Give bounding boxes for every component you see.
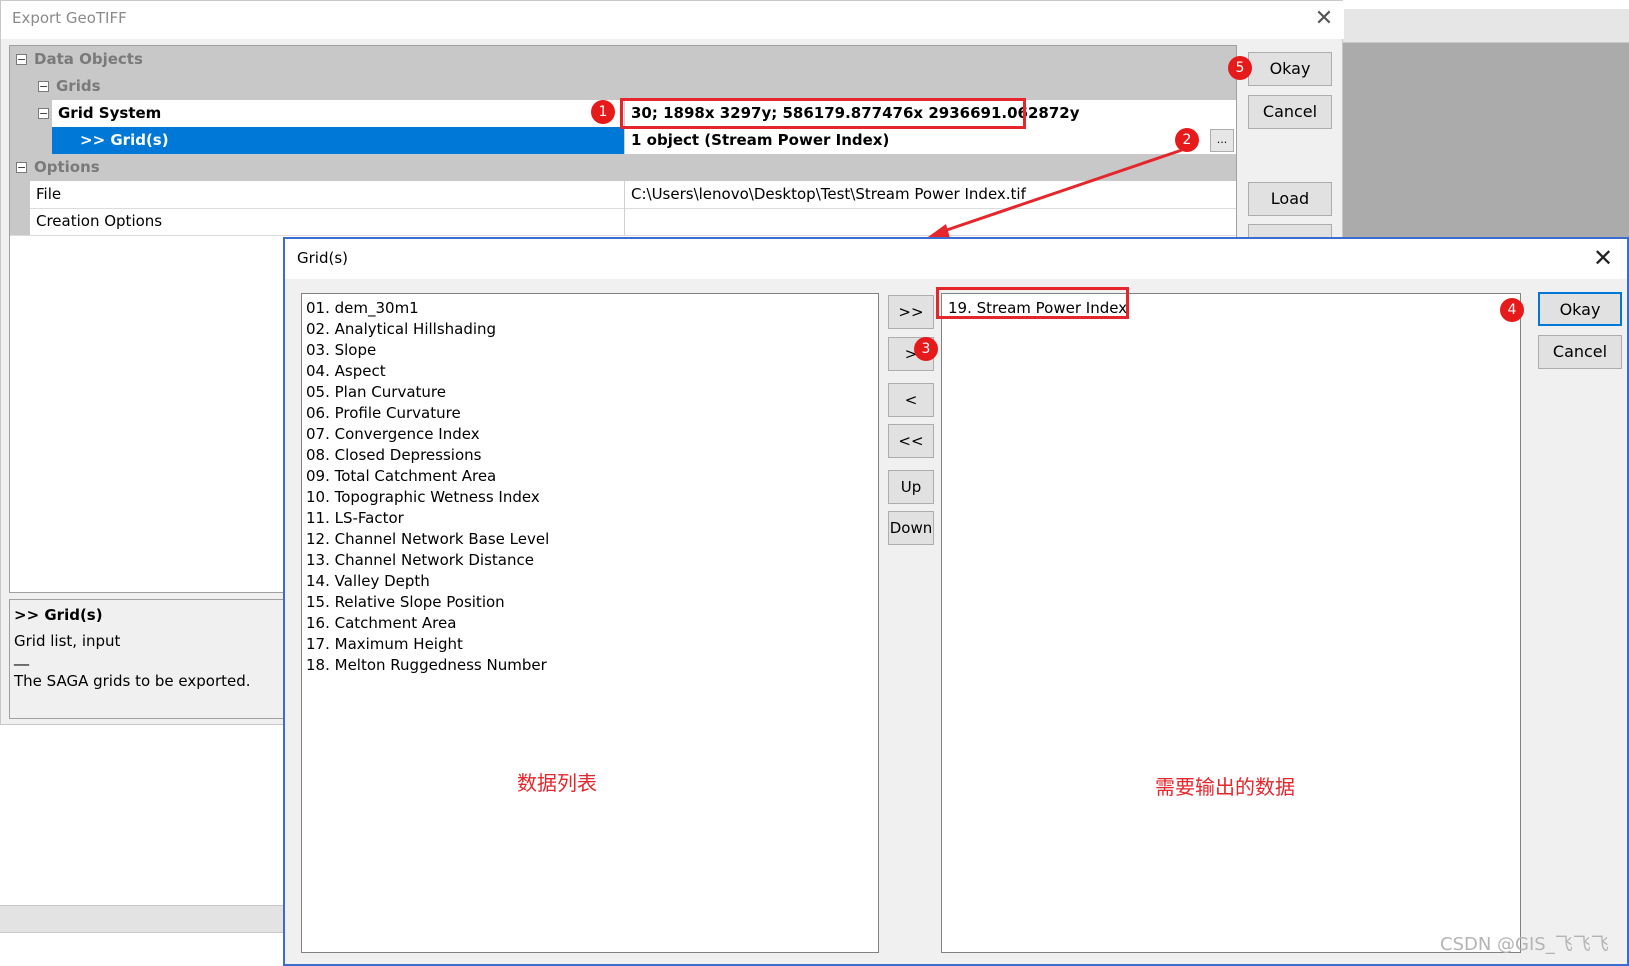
list-item[interactable]: 01. dem_30m1: [302, 298, 878, 319]
okay-button[interactable]: Okay: [1538, 292, 1622, 326]
title-bar: Grid(s) ✕: [285, 239, 1627, 279]
annotation-data-list: 数据列表: [517, 771, 597, 795]
dialog-title: Grid(s): [297, 249, 348, 267]
status-bar: [0, 905, 283, 933]
selected-grids-list[interactable]: 19. Stream Power Index: [941, 293, 1521, 953]
list-item[interactable]: 07. Convergence Index: [302, 424, 878, 445]
list-item[interactable]: 06. Profile Curvature: [302, 403, 878, 424]
list-item[interactable]: 16. Catchment Area: [302, 613, 878, 634]
list-item[interactable]: 18. Melton Ruggedness Number: [302, 655, 878, 676]
list-item[interactable]: 11. LS-Factor: [302, 508, 878, 529]
step-badge-4: 4: [1500, 298, 1524, 322]
list-item[interactable]: 17. Maximum Height: [302, 634, 878, 655]
grid-selection-dialog: Grid(s) ✕ 01. dem_30m1 02. Analytical Hil…: [283, 237, 1629, 966]
annotation-output-data: 需要输出的数据: [1155, 775, 1295, 799]
remove-button[interactable]: <: [888, 383, 934, 417]
list-item[interactable]: 13. Channel Network Distance: [302, 550, 878, 571]
list-item[interactable]: 15. Relative Slope Position: [302, 592, 878, 613]
list-item[interactable]: 02. Analytical Hillshading: [302, 319, 878, 340]
list-item[interactable]: 10. Topographic Wetness Index: [302, 487, 878, 508]
list-item[interactable]: 14. Valley Depth: [302, 571, 878, 592]
cancel-button[interactable]: Cancel: [1538, 335, 1622, 369]
list-item[interactable]: 05. Plan Curvature: [302, 382, 878, 403]
watermark: CSDN @GIS_飞飞飞: [1440, 934, 1609, 955]
close-icon[interactable]: ✕: [1588, 243, 1618, 273]
available-grids-list[interactable]: 01. dem_30m1 02. Analytical Hillshading 03…: [301, 293, 879, 953]
list-item[interactable]: 12. Channel Network Base Level: [302, 529, 878, 550]
move-up-button[interactable]: Up: [888, 470, 934, 504]
list-item[interactable]: 04. Aspect: [302, 361, 878, 382]
list-item[interactable]: 09. Total Catchment Area: [302, 466, 878, 487]
add-all-button[interactable]: >>: [888, 295, 934, 329]
move-down-button[interactable]: Down: [888, 511, 934, 545]
highlight-box-selected-item: [936, 287, 1129, 319]
step-badge-3: 3: [914, 337, 938, 361]
remove-all-button[interactable]: <<: [888, 424, 934, 458]
list-item[interactable]: 08. Closed Depressions: [302, 445, 878, 466]
list-item[interactable]: 03. Slope: [302, 340, 878, 361]
